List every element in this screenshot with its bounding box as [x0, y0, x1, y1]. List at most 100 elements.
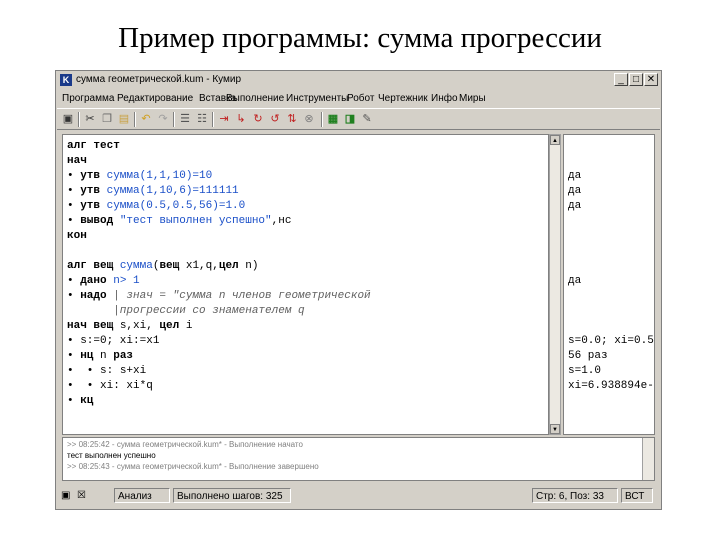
- drawer-icon[interactable]: ◨: [343, 112, 357, 126]
- code-line[interactable]: алг вещ сумма(вещ x1,q,цел n): [67, 259, 258, 273]
- code-line[interactable]: кон: [67, 229, 87, 243]
- code-token: •: [67, 215, 81, 227]
- code-line[interactable]: • нц n раз: [67, 349, 133, 363]
- code-token: вещ: [159, 260, 186, 272]
- scroll-up-icon[interactable]: ▲: [550, 135, 560, 145]
- code-token: s,xi,: [119, 320, 160, 332]
- code-editor[interactable]: алг тест нач • утв сумма(1,1,10)=10 • утв с…: [62, 134, 549, 435]
- code-token: вещ: [93, 260, 120, 272]
- title-bar[interactable]: K сумма геометрической.kum - Кумир _ □ ✕: [57, 72, 660, 89]
- code-token: вывод: [80, 215, 120, 227]
- edit-icon[interactable]: ✎: [360, 112, 374, 126]
- code-token: •: [67, 170, 81, 182]
- code-token: xi: xi*q: [100, 380, 153, 392]
- code-line[interactable]: • кц: [67, 394, 93, 408]
- code-token: "тест выполнен успешно": [119, 215, 272, 227]
- menu-program[interactable]: Программа: [62, 93, 114, 104]
- code-token: надо: [80, 290, 114, 302]
- editor-scrollbar[interactable]: ▲ ▼: [549, 134, 561, 435]
- code-line[interactable]: • утв сумма(1,10,6)=111111: [67, 184, 239, 198]
- status-bar: ▣ ☒ Анализ Выполнено шагов: 325 Стр: 6, …: [57, 485, 660, 507]
- maximize-button[interactable]: □: [629, 73, 643, 86]
- code-line[interactable]: нач: [67, 154, 87, 168]
- cut-icon[interactable]: ✂: [83, 112, 97, 126]
- close-button[interactable]: ✕: [644, 73, 658, 86]
- code-token: цел: [159, 320, 186, 332]
- margin-value: да: [568, 275, 582, 287]
- menu-info[interactable]: Инфо: [431, 93, 458, 104]
- code-token: •: [67, 200, 81, 212]
- debug-icon[interactable]: ⇅: [285, 112, 299, 126]
- code-line[interactable]: • • xi: xi*q: [67, 379, 153, 393]
- console-line: >> 08:25:42 - сумма геометрической.kum* …: [67, 440, 303, 449]
- output-console[interactable]: >> 08:25:42 - сумма геометрической.kum* …: [62, 437, 655, 481]
- code-token: • •: [67, 365, 101, 377]
- close-status-icon[interactable]: ☒: [77, 488, 91, 503]
- outdent-icon[interactable]: ☷: [195, 112, 209, 126]
- code-line[interactable]: • вывод "тест выполнен успешно",нс: [67, 214, 291, 228]
- step-icon[interactable]: ↳: [234, 112, 248, 126]
- code-line[interactable]: • дано n> 1: [67, 274, 140, 288]
- code-line[interactable]: алг тест: [67, 139, 120, 153]
- step-out-icon[interactable]: ↺: [268, 112, 282, 126]
- code-token: утв: [80, 200, 107, 212]
- code-token: нц: [80, 350, 101, 362]
- code-token: s: s+xi: [100, 365, 147, 377]
- menu-drawer[interactable]: Чертежник: [378, 93, 428, 104]
- slide-title: Пример программы: сумма прогрессии: [118, 22, 602, 54]
- run-icon[interactable]: ⇥: [217, 112, 231, 126]
- minimize-button[interactable]: _: [614, 73, 628, 86]
- robot-icon[interactable]: ▦: [326, 112, 340, 126]
- save-status-icon[interactable]: ▣: [61, 488, 75, 503]
- code-token: кон: [67, 230, 87, 242]
- code-token: x1,q,: [185, 260, 219, 272]
- code-token: алг: [67, 260, 94, 272]
- console-scrollbar[interactable]: [642, 438, 654, 480]
- code-token: i: [185, 320, 193, 332]
- code-token: тест: [93, 140, 120, 152]
- code-token: •: [67, 185, 81, 197]
- redo-icon[interactable]: ↷: [156, 112, 170, 126]
- code-line[interactable]: • надо | знач = "сумма n членов геометри…: [67, 289, 371, 303]
- code-token: (0.5,0.5,56)=1.0: [139, 200, 246, 212]
- undo-icon[interactable]: ↶: [139, 112, 153, 126]
- code-line[interactable]: |прогрессии со знаменателем q: [67, 304, 305, 318]
- code-token: •: [67, 395, 81, 407]
- status-position: Стр: 6, Поз: 33: [532, 488, 618, 503]
- margin-value: да: [568, 185, 582, 197]
- margin-value: да: [568, 170, 582, 182]
- code-token: s:=0; xi:=x1: [80, 335, 160, 347]
- code-token: алг: [67, 140, 94, 152]
- code-line[interactable]: нач вещ s,xi, цел i: [67, 319, 192, 333]
- kumir-window: K сумма геометрической.kum - Кумир _ □ ✕…: [55, 70, 662, 510]
- menu-bar: Программа Редактирование Вставка Выполне…: [57, 91, 660, 107]
- menu-edit[interactable]: Редактирование: [117, 93, 193, 104]
- code-token: |прогрессии со знаменателем q: [67, 305, 305, 317]
- code-token: сумма: [119, 260, 153, 272]
- code-token: (1,1,10)=10: [139, 170, 213, 182]
- code-token: кц: [80, 395, 94, 407]
- step-in-icon[interactable]: ↻: [251, 112, 265, 126]
- code-line[interactable]: • • s: s+xi: [67, 364, 146, 378]
- code-token: •: [67, 335, 81, 347]
- stop-icon[interactable]: ⊗: [302, 112, 316, 126]
- scroll-down-icon[interactable]: ▼: [550, 424, 560, 434]
- code-token: | знач = "сумма n членов геометрической: [113, 290, 371, 302]
- code-line[interactable]: • s:=0; xi:=x1: [67, 334, 159, 348]
- toolbar: ▣ ✂ ❐ ▤ ↶ ↷ ☰ ☷ ⇥ ↳ ↻ ↺ ⇅ ⊗ ▦ ◨ ✎: [57, 108, 660, 130]
- indent-icon[interactable]: ☰: [178, 112, 192, 126]
- code-line[interactable]: • утв сумма(1,1,10)=10: [67, 169, 212, 183]
- menu-robot[interactable]: Робот: [347, 93, 374, 104]
- menu-tools[interactable]: Инструменты: [286, 93, 348, 104]
- margin-value: 56 раз: [568, 350, 608, 362]
- code-line[interactable]: • утв сумма(0.5,0.5,56)=1.0: [67, 199, 245, 213]
- copy-icon[interactable]: ❐: [100, 112, 114, 126]
- menu-run[interactable]: Выполнение: [226, 93, 284, 104]
- code-token: утв: [80, 185, 107, 197]
- code-token: нач: [67, 155, 87, 167]
- save-icon[interactable]: ▣: [61, 112, 75, 126]
- menu-worlds[interactable]: Миры: [459, 93, 486, 104]
- margin-value: xi=6.938894e-: [568, 380, 654, 392]
- window-title: сумма геометрической.kum - Кумир: [76, 74, 242, 85]
- paste-icon[interactable]: ▤: [117, 112, 131, 126]
